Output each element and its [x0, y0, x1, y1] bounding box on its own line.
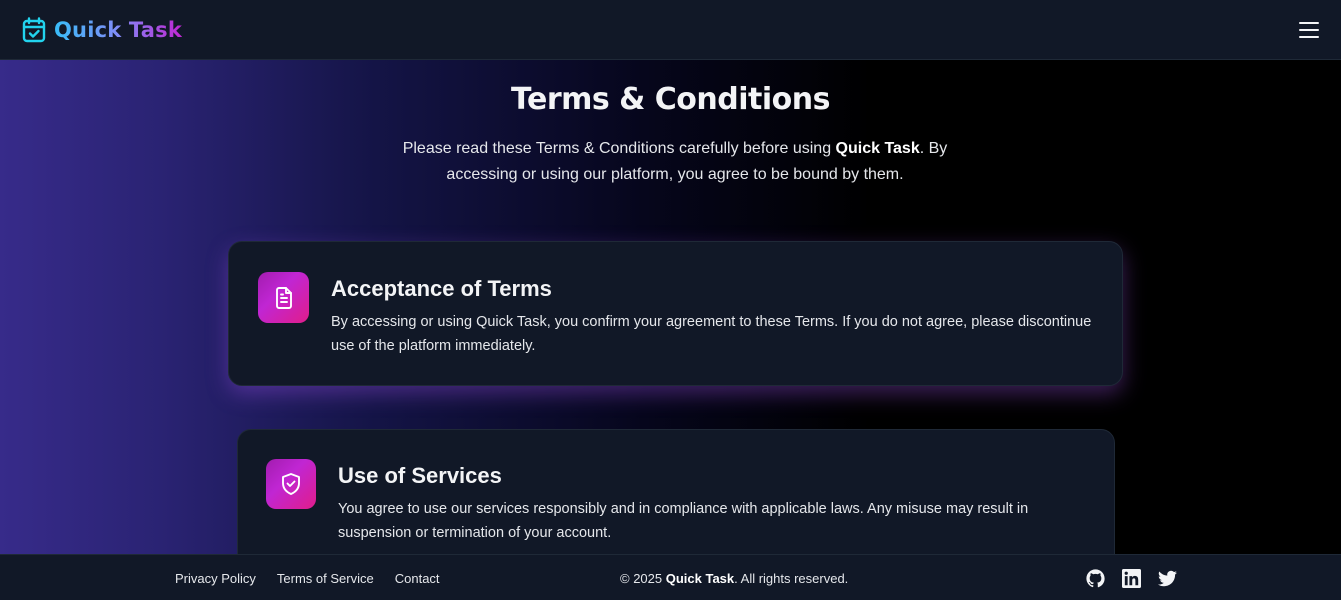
- section-text: You agree to use our services responsibl…: [338, 501, 1029, 541]
- intro-text-start: Please read these Terms & Conditions car…: [402, 140, 836, 157]
- shield-check-icon: [266, 459, 316, 509]
- terms-of-service-link[interactable]: Terms of Service: [277, 571, 374, 586]
- page-title: Terms & Conditions: [511, 82, 830, 117]
- footer-links: Privacy Policy Terms of Service Contact: [175, 555, 440, 600]
- footer: Privacy Policy Terms of Service Contact …: [0, 554, 1341, 600]
- privacy-policy-link[interactable]: Privacy Policy: [175, 571, 256, 586]
- section-card-acceptance: Acceptance of Terms By accessing or usin…: [228, 241, 1123, 386]
- copyright-brand: Quick Task: [665, 570, 735, 586]
- hamburger-menu-icon[interactable]: [1299, 21, 1319, 38]
- intro-text: Please read these Terms & Conditions car…: [395, 136, 955, 188]
- main-content: Terms & Conditions Please read these Ter…: [0, 60, 1341, 554]
- copyright-start: © 2025: [620, 570, 666, 586]
- section-card-use-of-services: Use of Services You agree to use our ser…: [237, 429, 1115, 554]
- calendar-check-icon: [22, 16, 46, 43]
- github-icon[interactable]: [1086, 568, 1105, 588]
- document-icon: [258, 272, 309, 323]
- navbar: Quick Task: [0, 0, 1341, 60]
- copyright-text: © 2025 Quick Task. All rights reserved.: [620, 555, 848, 600]
- section-text: By accessing or using Quick Task, you co…: [331, 314, 1092, 354]
- social-links: [1086, 555, 1177, 600]
- brand-logo[interactable]: Quick Task: [22, 16, 182, 43]
- linkedin-icon[interactable]: [1122, 568, 1141, 588]
- copyright-end: . All rights reserved.: [734, 570, 849, 586]
- contact-link[interactable]: Contact: [395, 571, 440, 586]
- intro-brand: Quick Task: [835, 140, 920, 157]
- section-title: Acceptance of Terms: [331, 276, 552, 301]
- twitter-icon[interactable]: [1158, 569, 1177, 588]
- brand-name: Quick Task: [54, 17, 182, 42]
- section-title: Use of Services: [338, 463, 502, 488]
